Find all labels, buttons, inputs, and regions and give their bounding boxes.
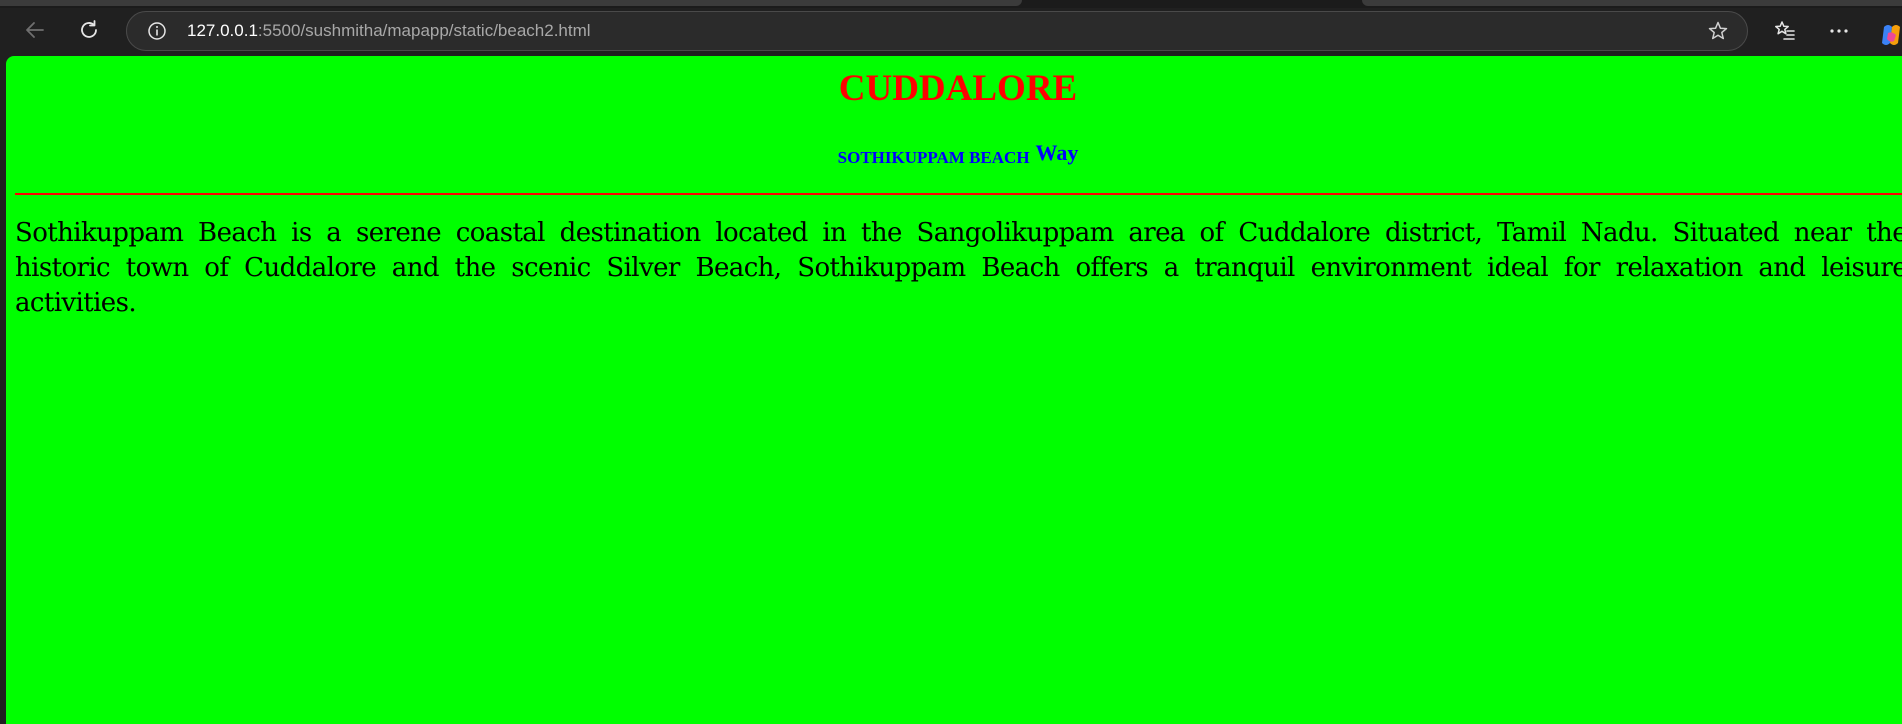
back-arrow-icon: [26, 22, 44, 38]
reload-button[interactable]: [71, 12, 107, 48]
url-path: :5500/sushmitha/mapapp/static/beach2.htm…: [257, 21, 591, 40]
tab-right[interactable]: [1362, 0, 1902, 6]
more-icon: [1830, 29, 1848, 33]
browser-toolbar: 127.0.0.1:5500/sushmitha/mapapp/static/b…: [0, 8, 1902, 56]
page-viewport: CUDDALORE SOTHIKUPPAM BEACH Way Sothikup…: [6, 56, 1902, 724]
beach-description: Sothikuppam Beach is a serene coastal de…: [15, 218, 1902, 318]
favorites-button[interactable]: [1768, 14, 1802, 48]
reload-icon: [81, 20, 97, 38]
subtitle-way: Way: [1035, 140, 1079, 165]
address-bar[interactable]: 127.0.0.1:5500/sushmitha/mapapp/static/b…: [126, 11, 1748, 51]
page-title: CUDDALORE: [838, 68, 1078, 109]
copilot-icon[interactable]: [1880, 23, 1902, 47]
favorites-icon: [1775, 21, 1795, 40]
subtitle-beach-name: SOTHIKUPPAM BEACH: [837, 148, 1030, 167]
info-icon[interactable]: [147, 21, 167, 41]
page-subtitle: SOTHIKUPPAM BEACH Way: [6, 140, 1902, 168]
more-button[interactable]: [1822, 14, 1856, 48]
horizontal-divider: [15, 193, 1902, 195]
star-icon[interactable]: [1707, 20, 1729, 42]
url-text[interactable]: 127.0.0.1:5500/sushmitha/mapapp/static/b…: [187, 12, 591, 50]
back-button[interactable]: [17, 12, 53, 48]
url-host: 127.0.0.1: [187, 21, 258, 40]
tab-left[interactable]: [0, 0, 1022, 6]
tab-strip: [0, 0, 1902, 8]
